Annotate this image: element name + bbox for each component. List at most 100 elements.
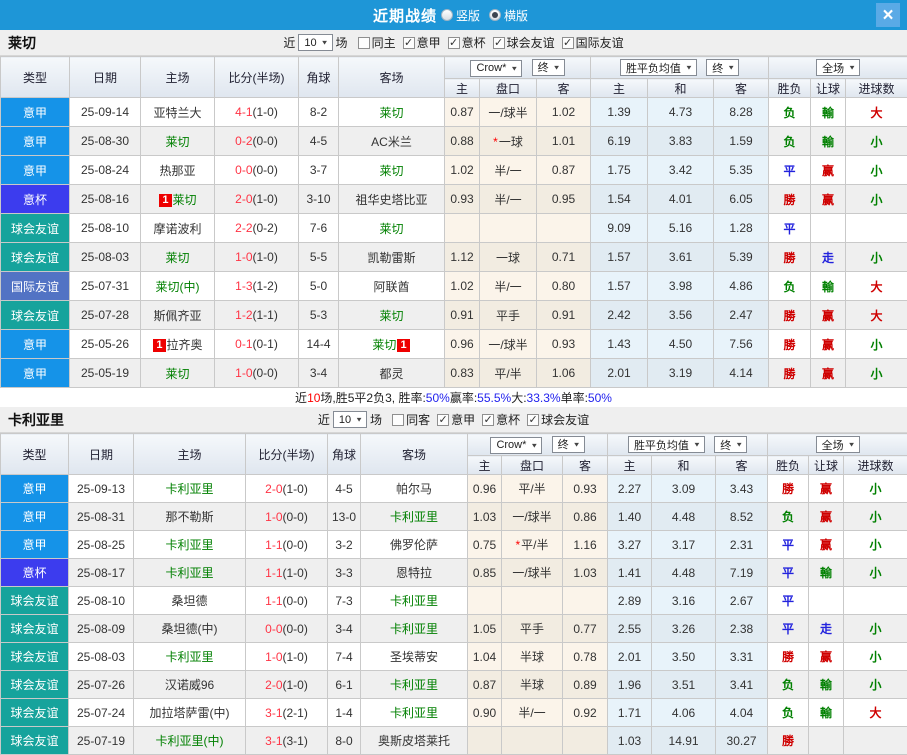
- filter-checkbox-label[interactable]: 同客: [406, 411, 430, 428]
- filter-checkbox-label[interactable]: 国际友谊: [576, 34, 624, 51]
- column-header: 客: [714, 79, 769, 98]
- chevron-down-icon: ▼: [848, 441, 856, 448]
- match-row: 球会友谊25-08-03卡利亚里1-0(1-0)7-4圣埃蒂安1.04半球0.7…: [1, 643, 907, 671]
- filter-checkbox-label[interactable]: 同主: [372, 34, 396, 51]
- filter-checkbox-label[interactable]: 意甲: [451, 411, 475, 428]
- radio-horizontal-label[interactable]: 横版: [504, 7, 528, 24]
- odds-home: 1.02: [445, 272, 480, 301]
- home-team: 卡利亚里: [134, 643, 246, 671]
- match-date: 25-08-03: [70, 243, 141, 272]
- filter-checkbox[interactable]: ✓: [527, 414, 539, 426]
- match-row: 意杯25-08-161莱切2-0(1-0)3-10祖华史塔比亚0.93半/一0.…: [1, 185, 907, 214]
- mean-home: 1.03: [608, 727, 652, 755]
- odds-stage-select[interactable]: 终▼: [552, 436, 585, 453]
- mean-away: 8.28: [714, 98, 769, 127]
- score: 1-1(1-0): [246, 559, 328, 587]
- result-wdl: 勝: [769, 359, 811, 388]
- away-team: 都灵: [339, 359, 445, 388]
- score: 0-1(0-1): [215, 330, 299, 359]
- match-count-select[interactable]: 10▼: [298, 34, 332, 51]
- filter-checkbox[interactable]: [358, 37, 370, 49]
- scope-value: 全场: [822, 60, 844, 76]
- column-header: 主: [468, 456, 502, 475]
- chevron-down-icon: ▼: [848, 64, 856, 71]
- radio-vertical-label[interactable]: 竖版: [456, 7, 480, 24]
- home-team: 摩诺波利: [141, 214, 215, 243]
- competition-type: 意甲: [1, 98, 70, 127]
- mean-draw: 4.48: [652, 559, 716, 587]
- odds-source-select[interactable]: Crow*▼: [490, 437, 542, 454]
- filter-checkboxes: 同主✓意甲✓意杯✓球会友谊✓国际友谊: [351, 34, 624, 51]
- home-team: 卡利亚里: [134, 475, 246, 503]
- filter-checkbox[interactable]: ✓: [437, 414, 449, 426]
- home-team: 亚特兰大: [141, 98, 215, 127]
- mean-stage-select[interactable]: 终▼: [706, 59, 739, 76]
- mean-stage-select[interactable]: 终▼: [714, 436, 747, 453]
- team-name: 佛罗伦萨: [390, 538, 438, 552]
- radio-vertical-icon[interactable]: [441, 9, 453, 21]
- filter-checkbox-label[interactable]: 球会友谊: [507, 34, 555, 51]
- result-goals: 小: [846, 330, 907, 359]
- odds-source-select[interactable]: Crow*▼: [470, 60, 522, 77]
- result-handicap: 赢: [809, 503, 844, 531]
- odds-home: 0.85: [468, 559, 502, 587]
- result-handicap: 輸: [811, 272, 846, 301]
- scope-select[interactable]: 全场 ▼: [816, 59, 860, 76]
- mean-draw: 14.91: [652, 727, 716, 755]
- result-wdl: 平: [768, 615, 809, 643]
- result-goals: 小: [844, 559, 907, 587]
- filter-checkbox-label[interactable]: 意甲: [417, 34, 441, 51]
- filter-checkbox-label[interactable]: 球会友谊: [541, 411, 589, 428]
- result-goals: 小: [846, 127, 907, 156]
- filter-checkbox[interactable]: ✓: [482, 414, 494, 426]
- result-goals: 小: [846, 185, 907, 214]
- odds-home: 0.83: [445, 359, 480, 388]
- result-handicap: 輸: [811, 127, 846, 156]
- mean-home: 3.27: [608, 531, 652, 559]
- matches-table-lecce: 类型 日期 主场 比分(半场) 角球 客场 Crow*▼ 终▼ 胜平负均值▼ 终…: [0, 56, 907, 388]
- scope-select[interactable]: 全场▼: [816, 436, 860, 453]
- match-count-select[interactable]: 10▼: [333, 411, 367, 428]
- corners: 7-6: [299, 214, 339, 243]
- score: 1-0(0-0): [215, 359, 299, 388]
- radio-horizontal-icon[interactable]: [489, 9, 501, 21]
- team-name: 那不勒斯: [165, 510, 213, 524]
- mean-home: 6.19: [591, 127, 648, 156]
- odds-line: *一球: [480, 127, 537, 156]
- mean-select[interactable]: 胜平负均值▼: [620, 59, 697, 76]
- mean-home: 1.43: [591, 330, 648, 359]
- result-wdl: 勝: [769, 243, 811, 272]
- corners: 3-4: [328, 615, 361, 643]
- filter-checkbox[interactable]: ✓: [562, 37, 574, 49]
- filter-checkbox[interactable]: ✓: [448, 37, 460, 49]
- result-handicap: 赢: [809, 531, 844, 559]
- match-date: 25-07-26: [69, 671, 134, 699]
- filter-checkbox[interactable]: [392, 414, 404, 426]
- mean-home: 1.39: [591, 98, 648, 127]
- odds-stage-select[interactable]: 终▼: [532, 59, 565, 76]
- corners: 1-4: [328, 699, 361, 727]
- mean-select[interactable]: 胜平负均值▼: [628, 436, 705, 453]
- mean-stage-value: 终: [712, 60, 723, 76]
- mean-group-header: 胜平负均值▼ 终▼: [591, 57, 769, 79]
- corners: 3-2: [328, 531, 361, 559]
- mean-draw: 3.09: [652, 475, 716, 503]
- mean-away: 4.04: [716, 699, 768, 727]
- filter-checkbox[interactable]: ✓: [403, 37, 415, 49]
- red-card-badge: 1: [153, 339, 165, 352]
- filter-checkbox-label[interactable]: 意杯: [462, 34, 486, 51]
- match-date: 25-08-10: [69, 587, 134, 615]
- team-name: 斯佩齐亚: [153, 309, 201, 323]
- away-team: 圣埃蒂安: [361, 643, 468, 671]
- close-icon[interactable]: ×: [876, 3, 900, 27]
- filter-checkbox[interactable]: ✓: [493, 37, 505, 49]
- away-team: 恩特拉: [361, 559, 468, 587]
- mean-draw: 3.26: [652, 615, 716, 643]
- filter-checkbox-label[interactable]: 意杯: [496, 411, 520, 428]
- odds-home: 0.96: [445, 330, 480, 359]
- column-header: 进球数: [846, 79, 907, 98]
- competition-type: 意甲: [1, 475, 69, 503]
- team-name: 桑坦德: [171, 594, 207, 608]
- team-name: 恩特拉: [396, 566, 432, 580]
- match-row: 意甲25-05-261拉齐奥0-1(0-1)14-4莱切10.96一/球半0.9…: [1, 330, 907, 359]
